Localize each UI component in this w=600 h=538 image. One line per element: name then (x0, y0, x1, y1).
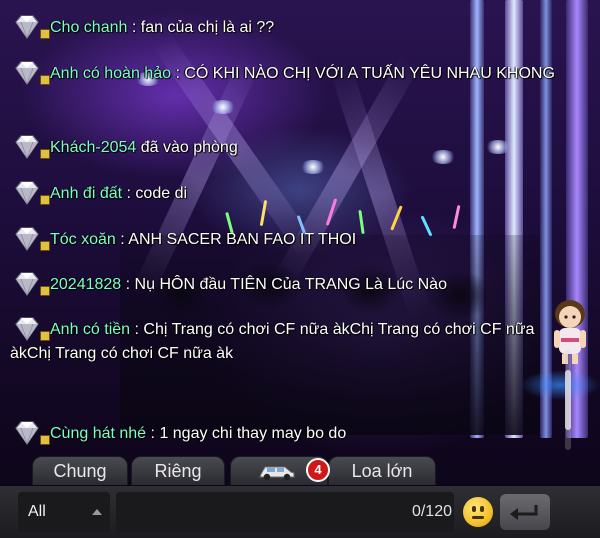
lock-icon (40, 195, 50, 205)
diamond-icon (10, 135, 50, 160)
diamond-icon (10, 272, 50, 297)
lock-icon (40, 241, 50, 251)
message-separator: : (134, 321, 139, 338)
smiley-icon[interactable] (463, 497, 493, 527)
message-username[interactable]: 20241828 (50, 276, 121, 293)
message-username[interactable]: Anh đi đất (50, 185, 122, 202)
message-separator: : (175, 65, 180, 82)
lock-icon (40, 29, 50, 39)
scrollbar-thumb[interactable] (565, 370, 571, 430)
message-username[interactable]: Tóc xoăn (50, 231, 116, 248)
message-text: 1 ngay chi thay may bo do (159, 425, 347, 442)
send-button[interactable] (500, 494, 550, 530)
message-username[interactable]: Cho chanh (50, 19, 127, 36)
diamond-icon (10, 61, 50, 86)
message-separator: : (120, 231, 125, 248)
lock-icon (40, 75, 50, 85)
chat-message: Tóc xoăn : ANH SACER BAN FAO IT THOI (10, 227, 570, 252)
message-username[interactable]: Khách-2054 (50, 139, 136, 156)
chat-tabs: Chung Riêng Loa lớn (0, 452, 600, 486)
lock-icon (40, 435, 50, 445)
tab-rieng[interactable]: Riêng (131, 456, 225, 485)
message-username[interactable]: Cùng hát nhé (50, 425, 146, 442)
lock-icon (40, 149, 50, 159)
caret-up-icon (92, 509, 102, 515)
message-text: Nụ HÔN đầu TIÊN Của TRANG Là Lúc Nào (134, 276, 447, 293)
message-text: fan của chị là ai ?? (140, 19, 275, 36)
chat-log[interactable]: Cho chanh : fan của chị là ai ?? Anh có … (0, 0, 560, 452)
chat-message: 20241828 : Nụ HÔN đầu TIÊN Của TRANG Là … (10, 272, 570, 297)
diamond-icon (10, 227, 50, 252)
chat-message: Khách-2054 đã vào phòng (10, 135, 570, 160)
channel-select[interactable]: All (18, 492, 110, 532)
channel-select-value: All (28, 503, 46, 520)
diamond-icon (10, 421, 50, 446)
message-username[interactable]: Anh có hoàn hảo (50, 65, 171, 82)
message-separator: : (131, 19, 137, 36)
message-text: ANH SACER BAN FAO IT THOI (128, 231, 357, 248)
char-counter: 0/120 (411, 503, 452, 520)
chat-message: Anh có hoàn hảo : CÓ KHI NÀO CHỊ VỚI A T… (10, 61, 570, 86)
tab-chung[interactable]: Chung (32, 456, 128, 485)
tab-loa-lon[interactable]: Loa lớn (328, 456, 436, 485)
message-separator: : (125, 276, 131, 293)
message-text: code di (135, 185, 188, 202)
message-text: CÓ KHI NÀO CHỊ VỚI A TUẤN YÊU NHAU KHONG (184, 65, 555, 82)
lock-icon (40, 331, 50, 341)
chat-message: Anh đi đất : code di (10, 181, 570, 206)
chat-scrollbar[interactable] (565, 350, 571, 450)
lock-icon (40, 286, 50, 296)
chat-message: Anh có tiền : Chị Trang có chơi CF nữa à… (10, 317, 570, 366)
chat-message: Cho chanh : fan của chị là ai ?? (10, 15, 570, 40)
diamond-icon (10, 15, 50, 40)
message-separator: : (150, 425, 155, 442)
diamond-icon (10, 317, 50, 342)
diamond-icon (10, 181, 50, 206)
enter-arrow-icon (510, 505, 538, 520)
chat-message: Cùng hát nhé : 1 ngay chi thay may bo do (10, 421, 570, 446)
notification-badge: 4 (306, 458, 330, 482)
message-separator: : (126, 185, 131, 202)
message-username[interactable]: Anh có tiền (50, 321, 130, 338)
car-icon (259, 466, 295, 481)
message-text: đã vào phòng (140, 139, 238, 156)
